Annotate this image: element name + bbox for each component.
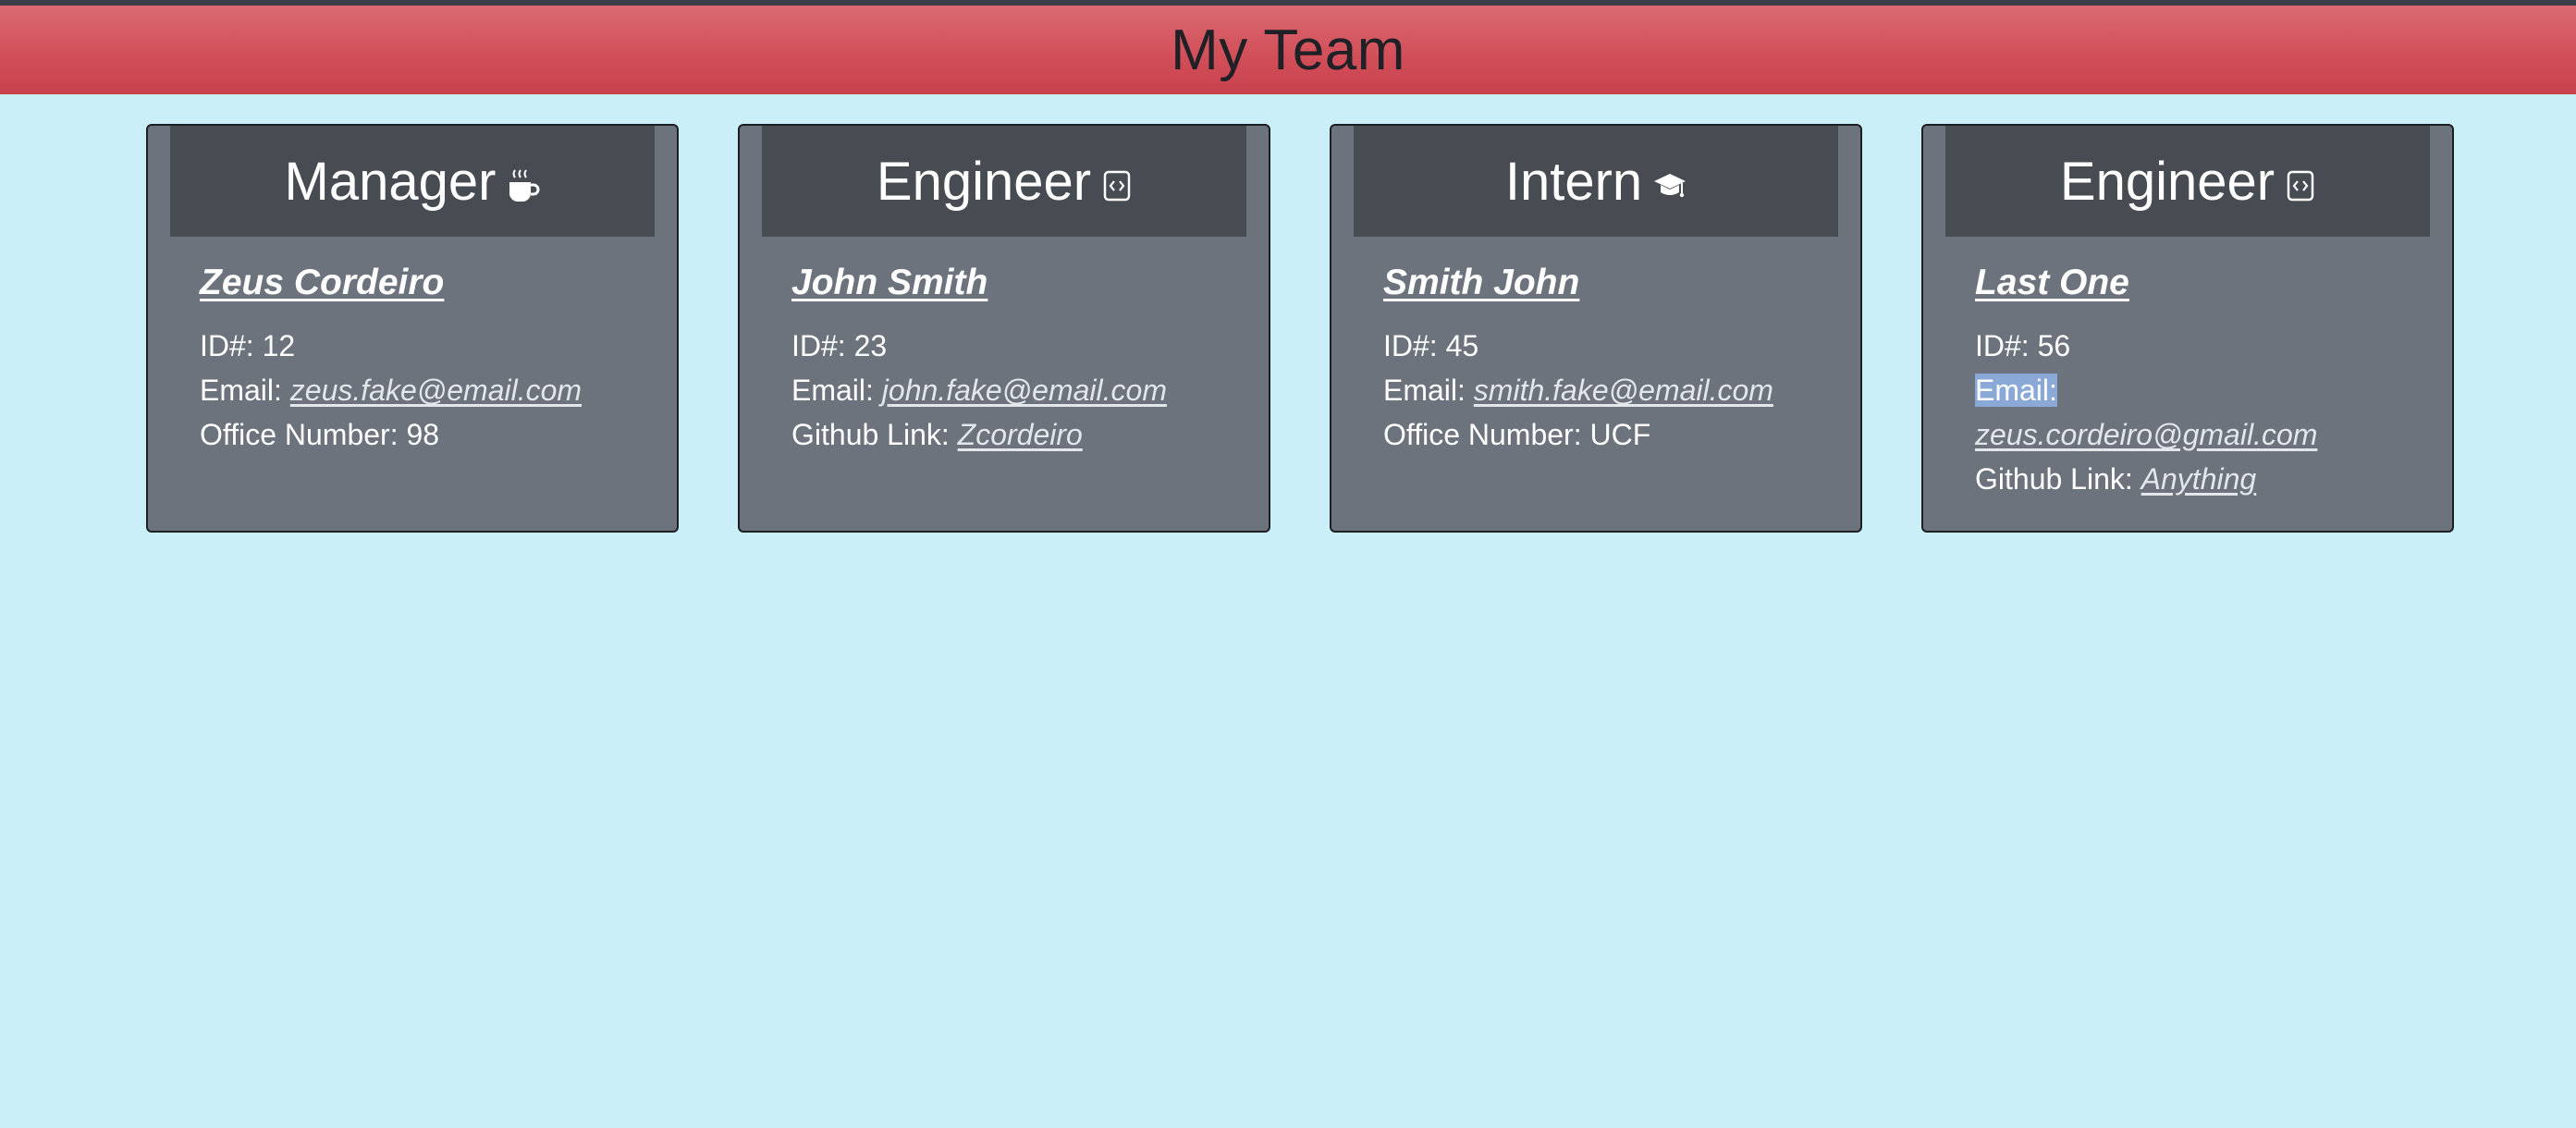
- office-number: Office Number: 98: [200, 418, 440, 451]
- employee-email-row: Email:: [1975, 368, 2434, 412]
- employee-email-row-continued: zeus.cordeiro@gmail.com: [1975, 412, 2434, 457]
- github-row: Github Link: Zcordeiro: [791, 412, 1250, 457]
- employee-email-row: Email: smith.fake@email.com: [1383, 368, 1842, 412]
- employee-id: ID#: 23: [791, 329, 888, 362]
- github-link[interactable]: Anything: [2141, 462, 2257, 496]
- email-label: Email:: [200, 374, 290, 407]
- employee-id: ID#: 45: [1383, 329, 1479, 362]
- card-header: Intern: [1354, 126, 1838, 237]
- employee-name-link[interactable]: John Smith: [791, 263, 987, 303]
- team-card-engineer: Engineer Last One ID#: 56 Email: zeus.co…: [1921, 124, 2454, 533]
- github-row: Github Link: Anything: [1975, 457, 2434, 501]
- github-label: Github Link:: [1975, 462, 2141, 496]
- card-body: Last One ID#: 56 Email: zeus.cordeiro@gm…: [1975, 263, 2434, 501]
- page-title: My Team: [1171, 18, 1405, 82]
- card-role-title: Intern: [1504, 151, 1643, 212]
- team-card-manager: Manager Zeus Cordeiro ID#: 12 Email: zeu…: [146, 124, 679, 533]
- email-link[interactable]: smith.fake@email.com: [1474, 374, 1773, 407]
- email-link[interactable]: zeus.fake@email.com: [290, 374, 582, 407]
- card-role-title: Engineer: [876, 151, 1092, 212]
- email-link[interactable]: john.fake@email.com: [882, 374, 1167, 407]
- team-card-engineer: Engineer John Smith ID#: 23 Email: john.…: [738, 124, 1270, 533]
- page-header: My Team: [0, 6, 2576, 94]
- card-role-title: Manager: [284, 151, 497, 212]
- card-header: Manager: [170, 126, 655, 237]
- graduation-cap-icon: [1653, 170, 1687, 202]
- employee-email-row: Email: john.fake@email.com: [791, 368, 1250, 412]
- card-body: Zeus Cordeiro ID#: 12 Email: zeus.fake@e…: [200, 263, 658, 457]
- card-header: Engineer: [762, 126, 1246, 237]
- school: Office Number: UCF: [1383, 418, 1651, 451]
- email-label-selected: Email:: [1975, 374, 2057, 407]
- employee-name-link[interactable]: Smith John: [1383, 263, 1579, 303]
- code-file-icon: [1102, 169, 1132, 202]
- employee-name-link[interactable]: Zeus Cordeiro: [200, 263, 444, 303]
- coffee-mug-icon: [507, 167, 540, 204]
- card-role-title: Engineer: [2059, 151, 2275, 212]
- card-header: Engineer: [1945, 126, 2430, 237]
- code-file-icon: [2286, 169, 2315, 202]
- card-body: John Smith ID#: 23 Email: john.fake@emai…: [791, 263, 1250, 457]
- email-link[interactable]: zeus.cordeiro@gmail.com: [1975, 418, 2317, 451]
- employee-id: ID#: 56: [1975, 329, 2071, 362]
- github-label: Github Link:: [791, 418, 958, 451]
- team-card-intern: Intern Smith John ID#: 45 Email: smith.f…: [1330, 124, 1862, 533]
- employee-email-row: Email: zeus.fake@email.com: [200, 368, 658, 412]
- email-label: Email:: [1383, 374, 1474, 407]
- card-body: Smith John ID#: 45 Email: smith.fake@ema…: [1383, 263, 1842, 457]
- github-link[interactable]: Zcordeiro: [958, 418, 1083, 451]
- employee-id: ID#: 12: [200, 329, 296, 362]
- employee-name-link[interactable]: Last One: [1975, 263, 2129, 303]
- email-label: Email:: [791, 374, 882, 407]
